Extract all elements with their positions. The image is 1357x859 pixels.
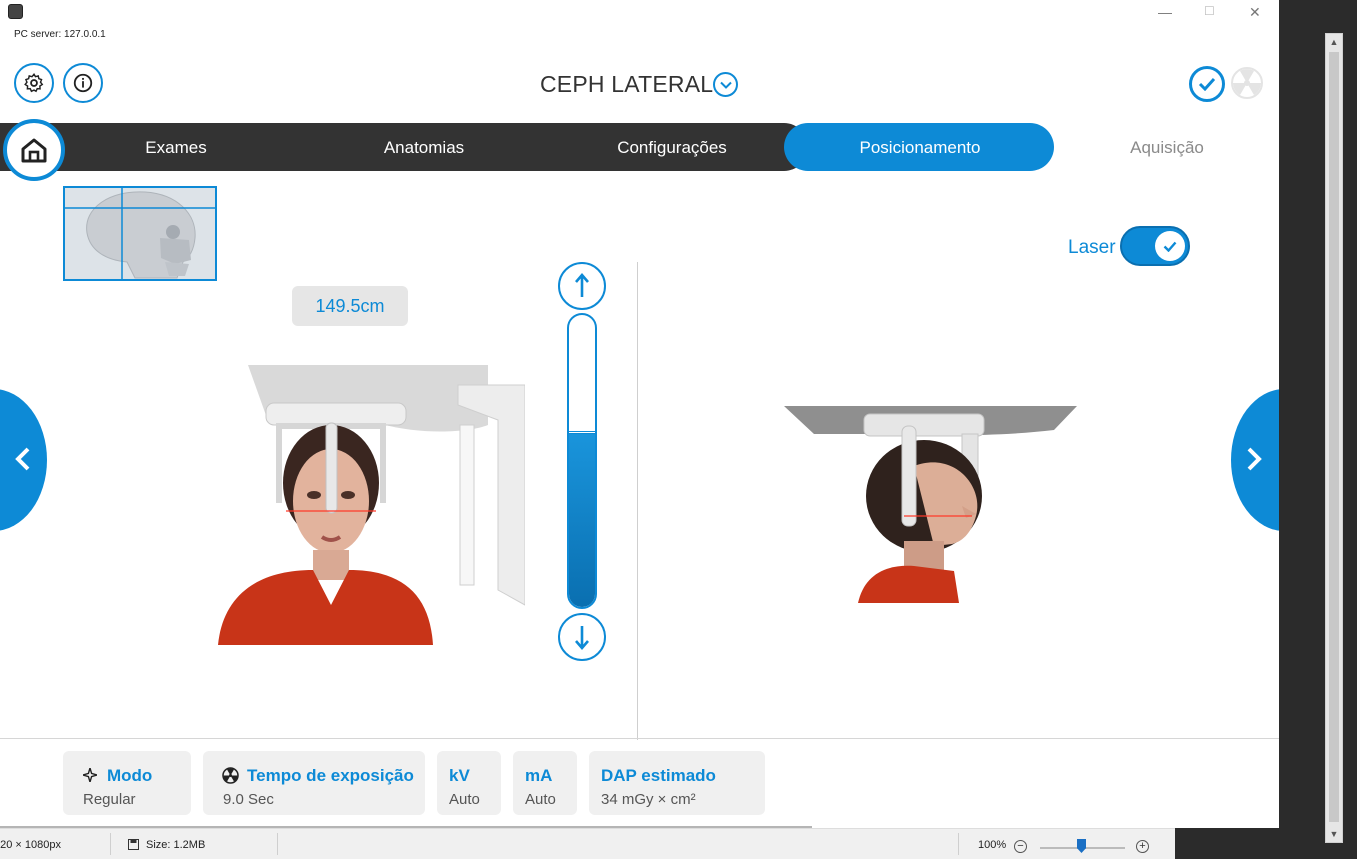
host-background — [1279, 0, 1357, 859]
info-value: Auto — [525, 791, 556, 808]
zoom-level: 100% — [978, 839, 1007, 851]
divider — [110, 833, 111, 855]
height-slider-fill — [569, 432, 595, 607]
arrow-down-icon — [575, 626, 589, 650]
info-value: 34 mGy × cm² — [601, 791, 696, 808]
scroll-up-icon[interactable]: ▲ — [1326, 34, 1342, 50]
host-status-bar: 920 × 1080px Size: 1.2MB 100% − + — [0, 828, 1175, 859]
zoom-slider-handle[interactable] — [1077, 839, 1086, 853]
laser-toggle[interactable] — [1120, 226, 1190, 266]
view-divider — [637, 262, 638, 740]
minimize-button[interactable]: — — [1158, 4, 1172, 20]
radiation-icon — [222, 767, 239, 784]
info-button[interactable] — [63, 63, 103, 103]
laser-label: Laser — [1068, 237, 1116, 258]
tab-anatomias[interactable]: Anatomias — [354, 138, 494, 158]
gear-icon — [24, 73, 44, 93]
maximize-button[interactable]: ☐ — [1204, 4, 1215, 18]
scroll-thumb[interactable] — [1329, 52, 1339, 822]
info-value: Auto — [449, 791, 480, 808]
patient-side-view-image — [784, 406, 1077, 603]
info-title: mA — [525, 766, 553, 785]
height-slider[interactable] — [567, 313, 597, 609]
bottom-divider — [0, 738, 1279, 739]
height-slider-handle[interactable] — [569, 431, 595, 434]
move-down-button[interactable] — [558, 613, 606, 661]
page-title: CEPH LATERAL — [540, 71, 714, 97]
app-logo-icon — [8, 4, 23, 19]
divider — [958, 833, 959, 855]
app-window: — ☐ ✕ PC server: 127.0.0.1 CEPH LATERAL … — [0, 0, 1279, 828]
tab-exames[interactable]: Exames — [126, 138, 226, 158]
tab-aquisicao[interactable]: Aquisição — [1102, 138, 1232, 158]
settings-button[interactable] — [14, 63, 54, 103]
home-button[interactable] — [3, 119, 65, 181]
check-icon — [1198, 77, 1216, 91]
arrow-up-icon — [575, 273, 589, 297]
sparkle-icon — [83, 768, 97, 782]
home-icon — [21, 138, 47, 163]
info-title: DAP estimado — [601, 766, 716, 785]
info-card-ma: mA Auto — [513, 751, 577, 815]
horizontal-scrollbar[interactable] — [0, 826, 812, 828]
zoom-in-icon[interactable]: + — [1136, 840, 1149, 853]
laser-toggle-knob — [1155, 231, 1185, 261]
check-icon — [1163, 241, 1177, 252]
info-card-exposure: Tempo de exposição 9.0 Sec — [203, 751, 425, 815]
chevron-right-icon — [1247, 447, 1262, 471]
info-value: 9.0 Sec — [223, 791, 274, 808]
chevron-left-icon — [15, 447, 30, 471]
skull-image — [65, 188, 215, 279]
move-up-button[interactable] — [558, 262, 606, 310]
tab-configuracoes[interactable]: Configurações — [592, 138, 752, 158]
server-label: PC server: 127.0.0.1 — [14, 29, 106, 40]
info-title: Tempo de exposição — [247, 766, 414, 785]
close-button[interactable]: ✕ — [1249, 4, 1261, 21]
image-dimensions: 920 × 1080px — [0, 839, 61, 851]
radiation-status-icon — [1230, 66, 1264, 100]
skull-preview-thumbnail[interactable] — [63, 186, 217, 281]
ready-status-button[interactable] — [1189, 66, 1225, 102]
info-title: kV — [449, 766, 470, 785]
zoom-out-icon[interactable]: − — [1014, 840, 1027, 853]
patient-front-view-image — [218, 365, 526, 645]
save-icon — [128, 839, 139, 853]
divider — [277, 833, 278, 855]
chevron-down-icon — [719, 81, 732, 89]
tab-posicionamento[interactable]: Posicionamento — [830, 138, 1010, 158]
info-value: Regular — [83, 791, 136, 808]
host-vertical-scrollbar[interactable]: ▲ ▼ — [1325, 33, 1343, 843]
info-title: Modo — [107, 766, 153, 785]
exam-dropdown-button[interactable] — [713, 72, 738, 97]
info-icon — [73, 73, 93, 93]
info-card-modo: Modo Regular — [63, 751, 191, 815]
file-size: Size: 1.2MB — [146, 839, 206, 851]
height-readout: 149.5cm — [292, 286, 408, 326]
info-card-dap: DAP estimado 34 mGy × cm² — [589, 751, 765, 815]
scroll-down-icon[interactable]: ▼ — [1326, 826, 1342, 842]
info-card-kv: kV Auto — [437, 751, 501, 815]
